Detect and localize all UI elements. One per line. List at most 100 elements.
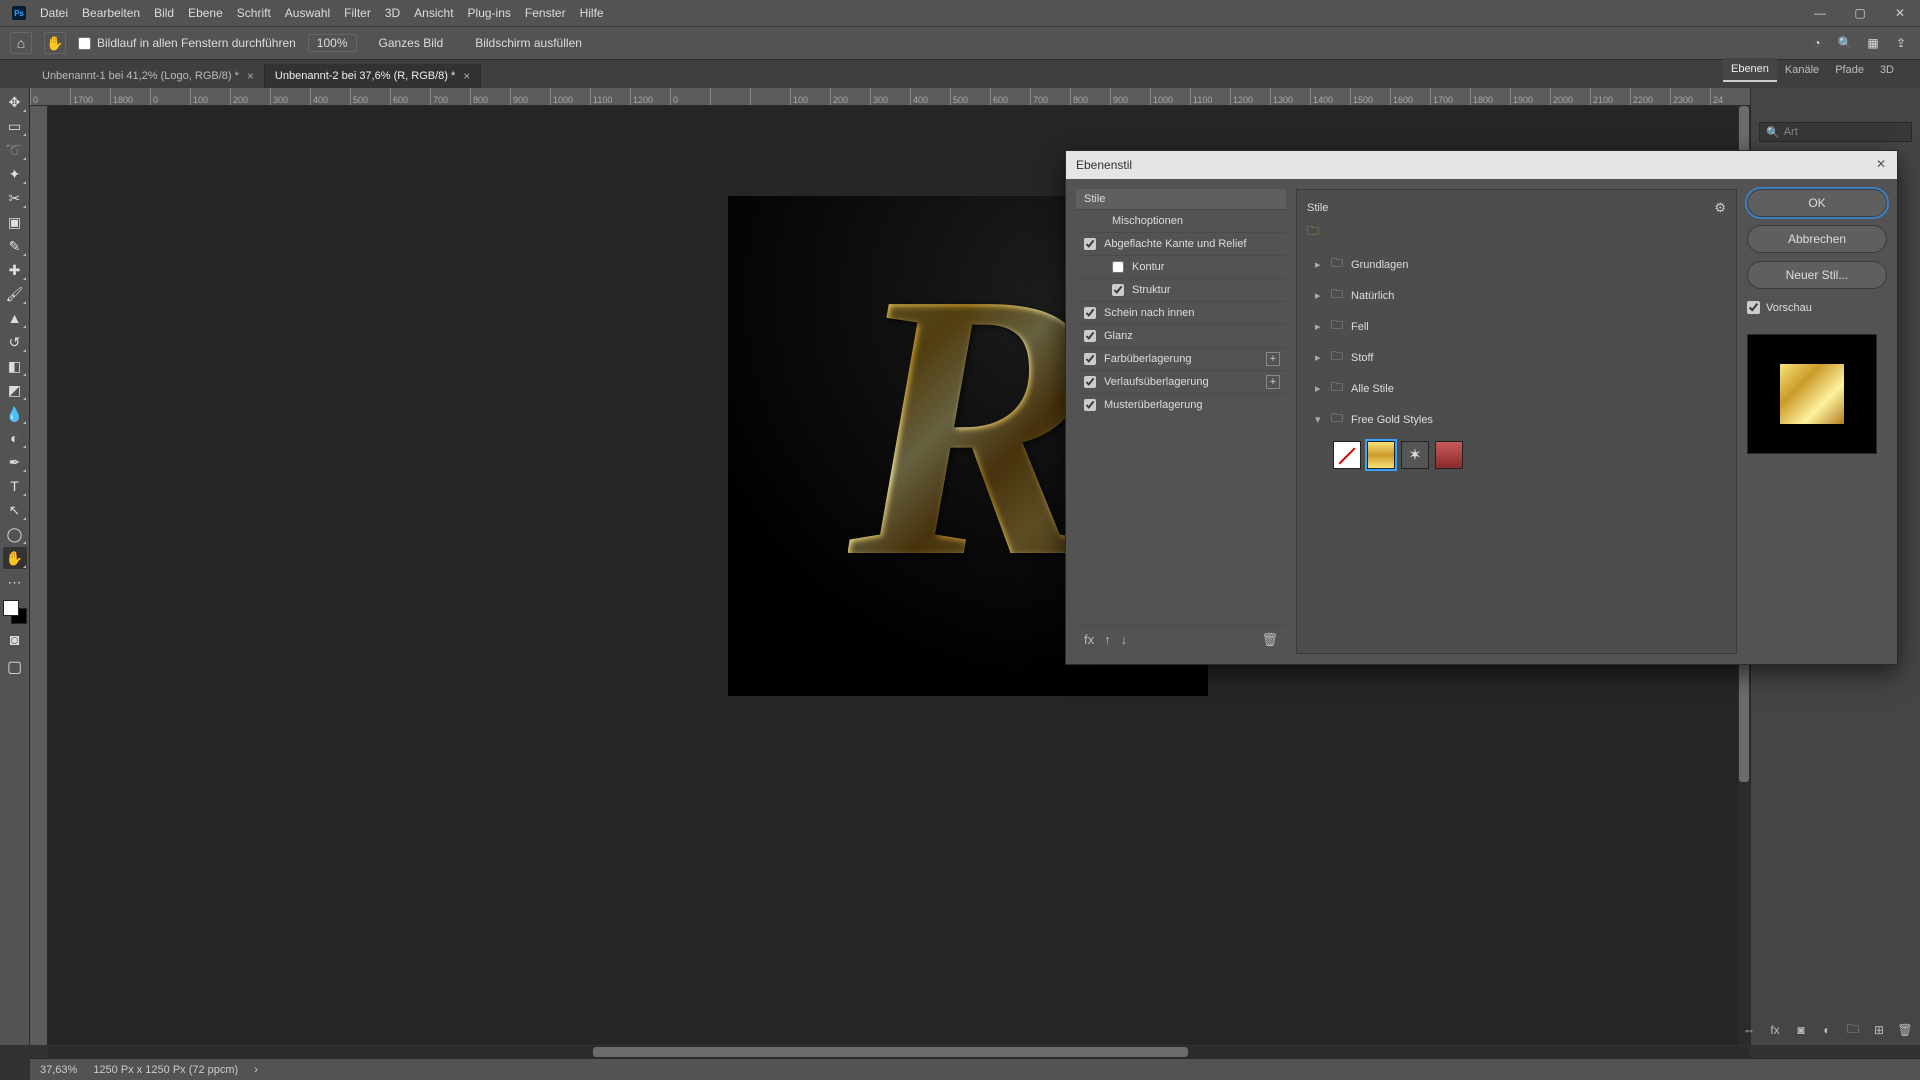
preview-checkbox-input[interactable] bbox=[1747, 301, 1760, 314]
menu-item[interactable]: Datei bbox=[40, 6, 68, 20]
adjust-icon[interactable]: ◐ bbox=[1818, 1021, 1836, 1039]
menu-item[interactable]: Schrift bbox=[237, 6, 271, 20]
move-down-icon[interactable]: ↓ bbox=[1121, 632, 1128, 648]
layer-search-input[interactable]: 🔍 Art bbox=[1759, 122, 1912, 142]
marquee-tool[interactable]: ▭ bbox=[3, 115, 27, 137]
eraser-tool[interactable]: ◧ bbox=[3, 355, 27, 377]
fill-screen-button[interactable]: Bildschirm ausfüllen bbox=[465, 34, 592, 52]
menu-item[interactable]: Ansicht bbox=[414, 6, 453, 20]
new-style-button[interactable]: Neuer Stil... bbox=[1747, 261, 1887, 289]
crop-tool[interactable]: ✂ bbox=[3, 187, 27, 209]
menu-item[interactable]: Bild bbox=[154, 6, 174, 20]
blur-tool[interactable]: 💧 bbox=[3, 403, 27, 425]
effect-checkbox[interactable] bbox=[1084, 238, 1096, 250]
search-icon[interactable]: 🔍 bbox=[1836, 34, 1854, 52]
document-tab[interactable]: Unbenannt-1 bei 41,2% (Logo, RGB/8) * × bbox=[32, 64, 265, 88]
status-zoom[interactable]: 37,63% bbox=[40, 1064, 77, 1076]
dialog-close-icon[interactable]: ✕ bbox=[1871, 154, 1891, 174]
fit-whole-button[interactable]: Ganzes Bild bbox=[369, 34, 454, 52]
close-button[interactable]: ✕ bbox=[1880, 0, 1920, 26]
panel-tab-layers[interactable]: Ebenen bbox=[1723, 58, 1777, 82]
styles-header[interactable]: Stile bbox=[1076, 189, 1286, 209]
zoom-value[interactable]: 100% bbox=[308, 34, 357, 52]
panel-tab-3d[interactable]: 3D bbox=[1872, 58, 1902, 82]
style-thumbnail[interactable] bbox=[1401, 441, 1429, 469]
style-folder[interactable]: ▸🗀Fell bbox=[1311, 311, 1722, 342]
type-tool[interactable]: T bbox=[3, 475, 27, 497]
path-select-tool[interactable]: ↖ bbox=[3, 499, 27, 521]
style-folder[interactable]: ▸🗀Stoff bbox=[1311, 342, 1722, 373]
fx-icon[interactable]: fx bbox=[1766, 1021, 1784, 1039]
panel-tab-paths[interactable]: Pfade bbox=[1827, 58, 1872, 82]
move-tool[interactable]: ✥ bbox=[3, 91, 27, 113]
style-thumbnail[interactable] bbox=[1367, 441, 1395, 469]
hand-tool-icon[interactable]: ✋ bbox=[44, 32, 66, 54]
style-thumbnail[interactable] bbox=[1435, 441, 1463, 469]
document-tab[interactable]: Unbenannt-2 bei 37,6% (R, RGB/8) * × bbox=[265, 64, 481, 88]
brush-tool[interactable]: 🖌 bbox=[3, 283, 27, 305]
stamp-tool[interactable]: ▲ bbox=[3, 307, 27, 329]
cloud-icon[interactable]: ◔ bbox=[1808, 34, 1826, 52]
panel-tab-channels[interactable]: Kanäle bbox=[1777, 58, 1827, 82]
eyedropper-tool[interactable]: ✎ bbox=[3, 235, 27, 257]
effect-checkbox[interactable] bbox=[1084, 330, 1096, 342]
scrollbar-thumb[interactable] bbox=[593, 1047, 1189, 1057]
mask-icon[interactable]: ◙ bbox=[1792, 1021, 1810, 1039]
minimize-button[interactable]: — bbox=[1800, 0, 1840, 26]
effect-item[interactable]: Struktur bbox=[1076, 278, 1286, 301]
pen-tool[interactable]: ✒ bbox=[3, 451, 27, 473]
scroll-all-checkbox[interactable]: Bildlauf in allen Fenstern durchführen bbox=[78, 36, 296, 50]
menu-item[interactable]: Plug-ins bbox=[468, 6, 511, 20]
menu-item[interactable]: Fenster bbox=[525, 6, 566, 20]
effect-item[interactable]: Schein nach innen bbox=[1076, 301, 1286, 324]
effect-item[interactable]: Musterüberlagerung bbox=[1076, 393, 1286, 416]
effect-item[interactable]: Farbüberlagerung+ bbox=[1076, 347, 1286, 370]
effect-item[interactable]: Kontur bbox=[1076, 255, 1286, 278]
history-brush-tool[interactable]: ↺ bbox=[3, 331, 27, 353]
tab-close-icon[interactable]: × bbox=[247, 69, 254, 83]
dodge-tool[interactable]: ◐ bbox=[3, 427, 27, 449]
gear-icon[interactable]: ⚙ bbox=[1714, 200, 1726, 216]
trash-icon[interactable]: 🗑 bbox=[1896, 1021, 1914, 1039]
menu-item[interactable]: 3D bbox=[385, 6, 400, 20]
effect-item[interactable]: Abgeflachte Kante und Relief bbox=[1076, 232, 1286, 255]
effect-checkbox[interactable] bbox=[1084, 376, 1096, 388]
add-effect-icon[interactable]: + bbox=[1266, 352, 1280, 366]
menu-item[interactable]: Hilfe bbox=[580, 6, 604, 20]
quick-mask-icon[interactable]: ◙ bbox=[3, 630, 27, 652]
gradient-tool[interactable]: ◩ bbox=[3, 379, 27, 401]
magic-wand-tool[interactable]: ✦ bbox=[3, 163, 27, 185]
add-effect-icon[interactable]: + bbox=[1266, 375, 1280, 389]
effect-item[interactable]: Glanz bbox=[1076, 324, 1286, 347]
menu-item[interactable]: Bearbeiten bbox=[82, 6, 140, 20]
maximize-button[interactable]: ▢ bbox=[1840, 0, 1880, 26]
color-swatches[interactable] bbox=[1, 598, 29, 626]
group-icon[interactable]: 🗀 bbox=[1844, 1021, 1862, 1039]
home-icon[interactable]: ⌂ bbox=[10, 32, 32, 54]
cancel-button[interactable]: Abbrechen bbox=[1747, 225, 1887, 253]
tab-close-icon[interactable]: × bbox=[463, 69, 470, 83]
move-up-icon[interactable]: ↑ bbox=[1104, 632, 1111, 648]
lasso-tool[interactable]: ➰ bbox=[3, 139, 27, 161]
more-tools[interactable]: ⋯ bbox=[3, 571, 27, 593]
blend-options-item[interactable]: Mischoptionen bbox=[1076, 209, 1286, 232]
style-folder[interactable]: ▸🗀Natürlich bbox=[1311, 280, 1722, 311]
effect-checkbox[interactable] bbox=[1112, 261, 1124, 273]
effect-checkbox[interactable] bbox=[1084, 307, 1096, 319]
ok-button[interactable]: OK bbox=[1747, 189, 1887, 217]
preview-checkbox[interactable]: Vorschau bbox=[1747, 301, 1887, 314]
fx-menu-icon[interactable]: fx bbox=[1084, 632, 1094, 648]
scroll-all-checkbox-input[interactable] bbox=[78, 37, 91, 50]
style-folder[interactable]: ▸🗀Grundlagen bbox=[1311, 249, 1722, 280]
style-folder[interactable]: ▸🗀Alle Stile bbox=[1311, 373, 1722, 404]
effect-item[interactable]: Verlaufsüberlagerung+ bbox=[1076, 370, 1286, 393]
frame-tool[interactable]: ▣ bbox=[3, 211, 27, 233]
menu-item[interactable]: Auswahl bbox=[285, 6, 330, 20]
effect-checkbox[interactable] bbox=[1084, 353, 1096, 365]
share-icon[interactable]: ⇪ bbox=[1892, 34, 1910, 52]
screen-mode-icon[interactable]: ▢ bbox=[3, 656, 27, 678]
link-icon[interactable]: ⇔ bbox=[1740, 1021, 1758, 1039]
heal-tool[interactable]: ✚ bbox=[3, 259, 27, 281]
horizontal-scrollbar[interactable] bbox=[48, 1046, 1750, 1058]
style-folder[interactable]: ▾🗀Free Gold Styles bbox=[1311, 404, 1722, 435]
